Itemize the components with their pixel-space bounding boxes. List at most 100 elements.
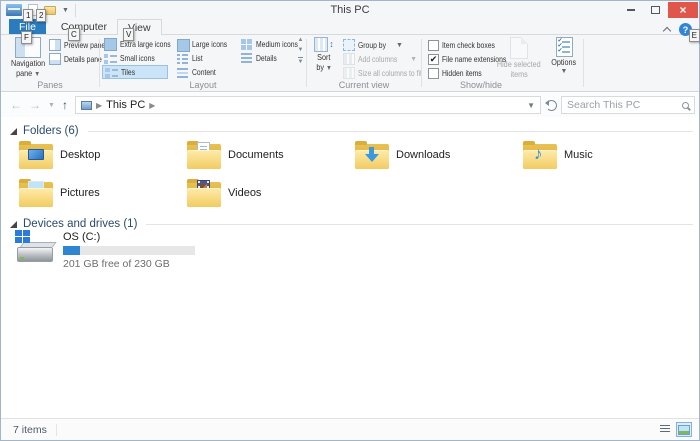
add-columns-button[interactable]: Add columns ▼ — [341, 52, 419, 66]
refresh-icon[interactable] — [546, 100, 557, 111]
group-label-current-view: Current view — [307, 80, 421, 90]
tab-computer[interactable]: Computer — [51, 19, 117, 34]
folder-tile-videos[interactable]: Videos — [187, 177, 351, 209]
hide-selected-items-icon — [510, 37, 528, 59]
thumbnail-view-icon — [678, 425, 690, 435]
folder-name: Music — [564, 149, 593, 161]
section-title: Devices and drives (1) — [23, 218, 137, 230]
folders-section-header[interactable]: Folders (6) — [10, 124, 693, 138]
keytip-qat1: 1 — [23, 9, 33, 22]
search-input[interactable] — [567, 99, 678, 111]
address-toolbar: ← → ▼ ↑ ▶ This PC ▶ ▼ — [1, 93, 699, 117]
sort-by-button[interactable]: ↕ Sort by ▼ — [310, 37, 338, 81]
breadcrumb-arrow-icon[interactable]: ▶ — [96, 101, 102, 110]
keytip-computer: C — [68, 28, 80, 41]
large-icons-icon — [176, 38, 189, 51]
this-pc-icon — [81, 101, 92, 110]
layout-scroll-up-button[interactable]: ▲ — [298, 37, 304, 43]
pictures-folder-icon — [19, 179, 53, 207]
group-label-show-hide: Show/hide — [422, 80, 540, 90]
sort-by-icon — [314, 37, 328, 52]
address-dropdown-icon[interactable]: ▼ — [527, 101, 535, 110]
add-columns-icon — [343, 53, 355, 65]
details-view-icon — [240, 52, 253, 65]
videos-folder-icon — [187, 179, 221, 207]
collapse-triangle-icon[interactable] — [10, 128, 17, 135]
breadcrumb-arrow-icon[interactable]: ▶ — [149, 101, 155, 110]
ribbon-group-layout: Extra large icons Small icons Tiles Larg… — [100, 35, 306, 91]
folder-tile-downloads[interactable]: Downloads — [355, 139, 519, 171]
section-divider — [146, 224, 693, 225]
ribbon-tab-row: File Computer View ? — [1, 19, 699, 34]
details-view-button[interactable] — [657, 422, 673, 437]
ribbon: Navigation pane ▼ Preview pane Details p… — [1, 34, 699, 92]
hide-selected-items-button[interactable]: Hide selected items — [494, 37, 544, 81]
devices-section-header[interactable]: Devices and drives (1) — [10, 217, 693, 231]
details-pane-icon — [49, 53, 61, 65]
search-icon — [682, 102, 689, 109]
folder-name: Documents — [228, 149, 284, 161]
drive-tile-os-c[interactable]: OS (C:) 201 GB free of 230 GB — [15, 230, 245, 272]
back-button[interactable]: ← — [10, 99, 22, 111]
drive-free-space: 201 GB free of 230 GB — [63, 258, 195, 270]
options-button[interactable]: Options ▼ — [546, 37, 582, 81]
breadcrumb-location[interactable]: This PC — [106, 99, 145, 111]
downloads-folder-icon — [355, 141, 389, 169]
section-title: Folders (6) — [23, 125, 79, 137]
folder-tile-music[interactable]: ♪ Music — [523, 139, 687, 171]
forward-button[interactable]: → — [29, 99, 41, 111]
drive-usage-fill — [63, 246, 80, 255]
hidden-items-checkbox[interactable]: Hidden items — [426, 66, 494, 80]
layout-large-icons[interactable]: Large icons — [174, 37, 238, 51]
close-button[interactable]: × — [668, 2, 698, 18]
drive-capacity-bar — [63, 246, 195, 255]
item-count: 7 items — [13, 424, 47, 436]
folder-tile-desktop[interactable]: Desktop — [19, 139, 183, 171]
music-folder-icon: ♪ — [523, 141, 557, 169]
folder-name: Desktop — [60, 149, 100, 161]
group-separator — [583, 39, 584, 87]
size-columns-icon — [343, 67, 355, 79]
keytip-view: V — [123, 28, 134, 41]
documents-folder-icon — [187, 141, 221, 169]
tiles-icon — [105, 66, 118, 79]
drive-name: OS (C:) — [63, 231, 195, 244]
checkbox-icon — [428, 40, 439, 51]
keytip-file: F — [21, 31, 32, 44]
layout-details[interactable]: Details — [238, 51, 284, 65]
layout-more-button[interactable]: ▼ — [298, 57, 304, 65]
ribbon-group-show-hide: Item check boxes ✔ File name extensions … — [422, 35, 583, 91]
folder-tile-documents[interactable]: Documents — [187, 139, 351, 171]
small-icons-icon — [104, 52, 117, 65]
status-bar: 7 items — [1, 418, 699, 440]
layout-tiles[interactable]: Tiles — [102, 65, 168, 79]
folder-name: Downloads — [396, 149, 450, 161]
thumbnail-view-button[interactable] — [676, 422, 692, 437]
recent-locations-dropdown[interactable]: ▼ — [48, 102, 55, 109]
group-by-button[interactable]: Group by ▼ — [341, 38, 405, 52]
checkbox-checked-icon: ✔ — [428, 54, 439, 65]
folder-name: Videos — [228, 187, 261, 199]
address-bar[interactable]: ▶ This PC ▶ ▼ — [75, 96, 541, 114]
collapse-triangle-icon[interactable] — [10, 221, 17, 228]
status-separator — [56, 424, 57, 436]
up-button[interactable]: ↑ — [62, 99, 68, 111]
search-box[interactable] — [561, 96, 695, 114]
extra-large-icons-icon — [104, 38, 117, 51]
layout-list[interactable]: List — [174, 51, 207, 65]
minimize-ribbon-icon[interactable] — [663, 27, 671, 35]
layout-small-icons[interactable]: Small icons — [102, 51, 165, 65]
maximize-button[interactable] — [643, 2, 668, 18]
minimize-button[interactable] — [618, 2, 643, 18]
layout-scroll-down-button[interactable]: ▼ — [298, 47, 304, 53]
desktop-folder-icon — [19, 141, 53, 169]
content-icon — [176, 66, 189, 79]
group-by-icon — [343, 39, 355, 51]
medium-icons-icon — [240, 38, 253, 51]
file-list-area: Folders (6) Desktop Documents Downloads … — [1, 117, 699, 418]
folder-tile-pictures[interactable]: Pictures — [19, 177, 183, 209]
window-title: This PC — [1, 4, 699, 16]
layout-extra-large-icons[interactable]: Extra large icons — [102, 37, 185, 51]
layout-content[interactable]: Content — [174, 65, 224, 79]
ribbon-group-panes: Navigation pane ▼ Preview pane Details p… — [1, 35, 99, 91]
